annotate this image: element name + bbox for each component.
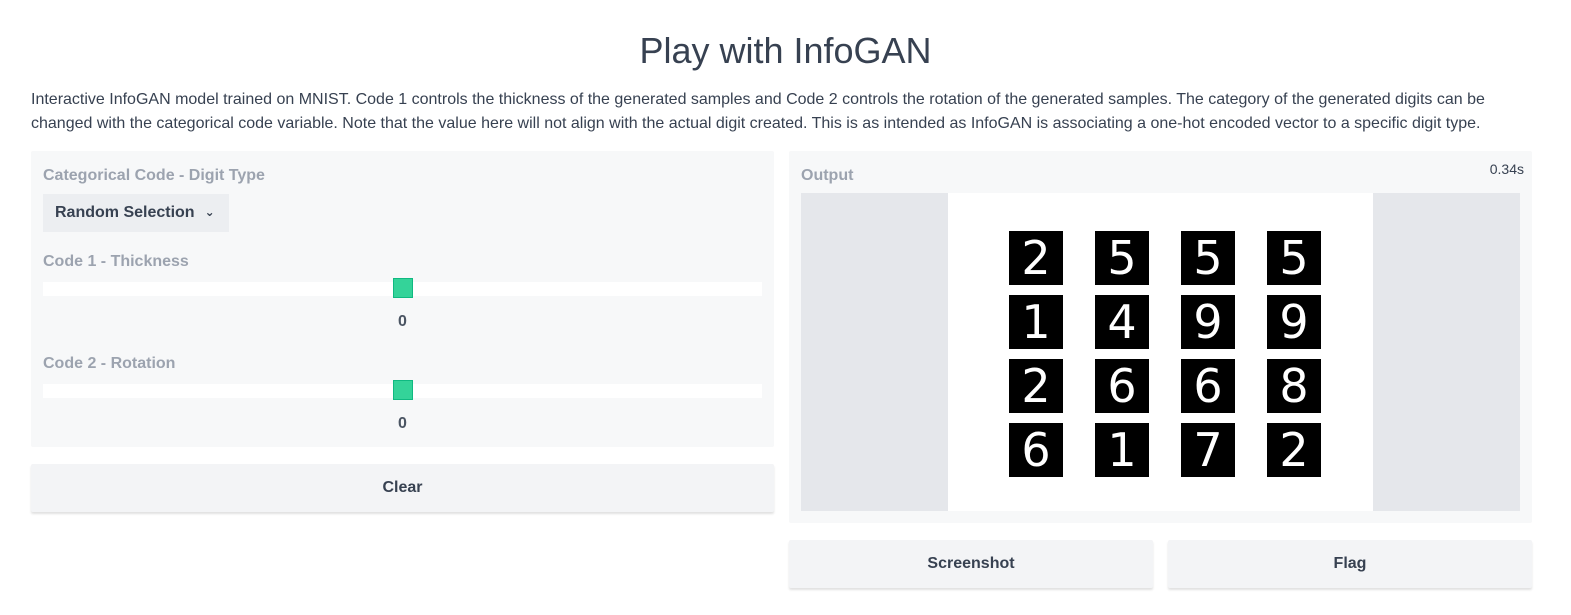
generated-digit: 6 bbox=[1009, 423, 1063, 477]
input-panel: Categorical Code - Digit Type Random Sel… bbox=[31, 151, 774, 447]
generated-digit: 5 bbox=[1181, 231, 1235, 285]
output-image-frame: 2555149926686172 bbox=[801, 193, 1520, 511]
clear-button[interactable]: Clear bbox=[31, 464, 774, 512]
generated-digit: 1 bbox=[1095, 423, 1149, 477]
page-description: Interactive InfoGAN model trained on MNI… bbox=[31, 91, 1485, 132]
generated-digit: 5 bbox=[1267, 231, 1321, 285]
generated-digit: 2 bbox=[1267, 423, 1321, 477]
categorical-code-selected: Random Selection bbox=[55, 204, 195, 221]
categorical-code-label: Categorical Code - Digit Type bbox=[43, 167, 265, 184]
chevron-down-icon: ⌄ bbox=[204, 205, 215, 219]
categorical-code-dropdown[interactable]: Random Selection ⌄ bbox=[43, 194, 229, 232]
code2-slider-handle[interactable] bbox=[392, 380, 413, 400]
code1-slider-handle[interactable] bbox=[392, 278, 413, 298]
code1-label: Code 1 - Thickness bbox=[43, 253, 189, 270]
flag-button[interactable]: Flag bbox=[1168, 540, 1532, 588]
output-label: Output bbox=[801, 167, 854, 184]
generated-digit: 2 bbox=[1009, 359, 1063, 413]
generated-digit: 5 bbox=[1095, 231, 1149, 285]
code2-value: 0 bbox=[398, 415, 407, 432]
page-title: Play with InfoGAN bbox=[639, 30, 932, 71]
screenshot-button[interactable]: Screenshot bbox=[789, 540, 1153, 588]
generated-digit: 9 bbox=[1181, 295, 1235, 349]
code2-label: Code 2 - Rotation bbox=[43, 355, 176, 372]
code1-value: 0 bbox=[398, 313, 407, 330]
generated-digit: 2 bbox=[1009, 231, 1063, 285]
generated-digit: 6 bbox=[1095, 359, 1149, 413]
generated-digit: 8 bbox=[1267, 359, 1321, 413]
generated-digit: 1 bbox=[1009, 295, 1063, 349]
output-panel: Output 0.34s 2555149926686172 bbox=[789, 151, 1532, 523]
inference-time: 0.34s bbox=[1489, 161, 1524, 177]
generated-digit: 4 bbox=[1095, 295, 1149, 349]
generated-digit: 6 bbox=[1181, 359, 1235, 413]
generated-digit: 7 bbox=[1181, 423, 1235, 477]
output-image: 2555149926686172 bbox=[948, 193, 1373, 511]
generated-digit: 9 bbox=[1267, 295, 1321, 349]
